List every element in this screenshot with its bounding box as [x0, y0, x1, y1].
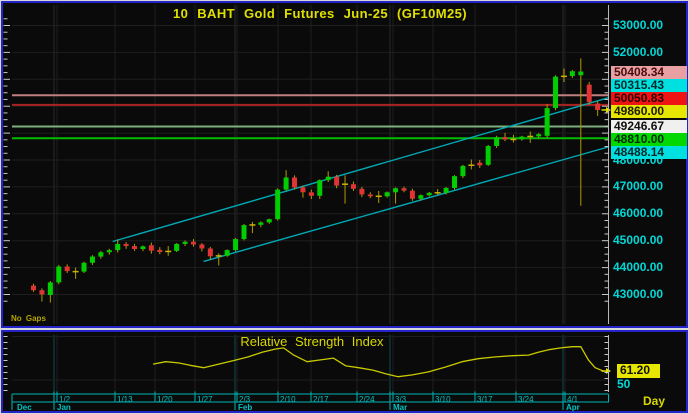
trading-terminal: 53000.0052000.0051000.0050000.0049000.00…: [0, 0, 689, 414]
rsi-current-value-badge: 61.20: [617, 364, 660, 378]
no-gaps-label: No Gaps: [11, 314, 46, 323]
main-chart-panel[interactable]: [1, 1, 688, 328]
period-label: Day: [643, 394, 665, 408]
rsi-scale-50-label: 50: [617, 377, 630, 391]
rsi-title: Relative Strength Index: [14, 334, 610, 349]
chart-title: 10 BAHT Gold Futures Jun-25 (GF10M25): [20, 6, 620, 21]
